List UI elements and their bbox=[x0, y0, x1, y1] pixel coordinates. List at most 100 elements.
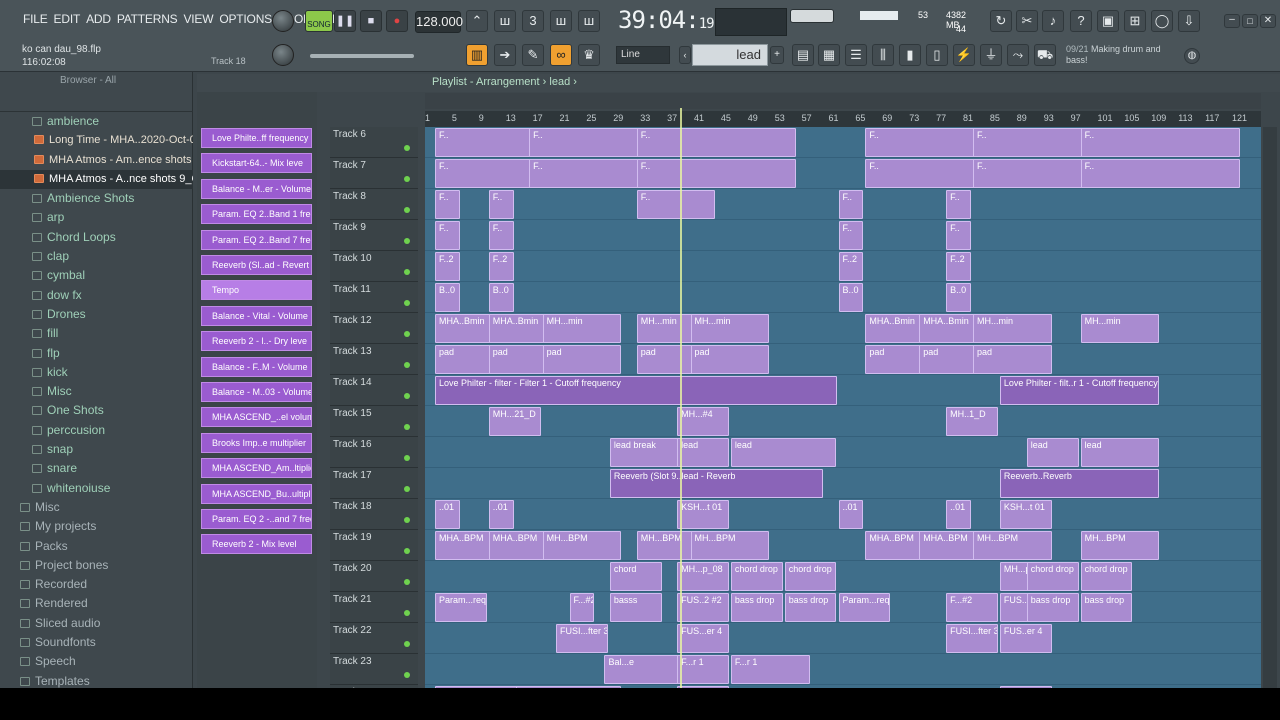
track-header[interactable]: Track 6 bbox=[330, 127, 418, 158]
track-lane[interactable]: Reeverb (Slot 9..lead - Reverb Reeverb..R… bbox=[425, 468, 1261, 499]
browser-item[interactable]: Soundfonts bbox=[0, 633, 193, 652]
arrangement-clip[interactable]: F.. bbox=[838, 221, 864, 250]
browser-item[interactable]: Recorded bbox=[0, 575, 193, 594]
arrangement-clip[interactable]: MH...BPM bbox=[690, 531, 770, 560]
track-lane[interactable]: lead break lead lead lead lead bbox=[425, 437, 1261, 468]
menu-view[interactable]: VIEW bbox=[180, 12, 216, 26]
track-enable-led[interactable] bbox=[404, 300, 410, 306]
clip-source-button[interactable]: Kickstart-64..- Mix leve bbox=[201, 153, 312, 174]
track-lane[interactable]: F.. F.. F.. F.. F.. F.. bbox=[425, 158, 1261, 189]
clip-source-button[interactable]: Balance - M..03 - Volume bbox=[201, 382, 312, 402]
track-header[interactable]: Track 16 bbox=[330, 437, 418, 468]
clip-source-button[interactable]: Param. EQ 2..Band 7 freq bbox=[201, 229, 312, 250]
track-lane[interactable]: pad pad pad pad pad pad pad pad bbox=[425, 344, 1261, 375]
pencil-icon[interactable]: ✎ bbox=[522, 44, 544, 66]
clip-source-button[interactable]: MHA ASCEND_Bu..ultiplie bbox=[201, 483, 312, 504]
arrangement-clip[interactable]: MH...min bbox=[542, 314, 622, 343]
browser-item[interactable]: arp bbox=[0, 208, 193, 227]
prev-pattern-icon[interactable]: ‹ bbox=[679, 46, 691, 64]
arrangement-clip[interactable]: Love Philter - filter - Filter 1 - Cutof… bbox=[435, 376, 837, 405]
browser-item[interactable]: cymbal bbox=[0, 266, 193, 285]
arrangement-clip[interactable]: MH...BPM bbox=[542, 531, 622, 560]
arrangement-clip[interactable]: F.. bbox=[636, 159, 797, 188]
arrangement-clip[interactable]: FUSI...fter 3 bbox=[946, 624, 998, 653]
arrangement-clip[interactable]: FUS..2 #2 bbox=[677, 593, 729, 622]
record-button[interactable]: ● bbox=[386, 10, 408, 32]
link-icon[interactable]: ∞ bbox=[550, 44, 572, 66]
track-enable-led[interactable] bbox=[404, 176, 410, 182]
playlist-icon[interactable]: ▤ bbox=[792, 44, 814, 66]
add-pattern-icon[interactable]: + bbox=[770, 46, 784, 64]
browser-item[interactable]: Drones bbox=[0, 305, 193, 324]
track-enable-led[interactable] bbox=[404, 486, 410, 492]
browser-icon[interactable]: ▯ bbox=[926, 44, 948, 66]
browser-item[interactable]: Misc bbox=[0, 382, 193, 401]
track-header[interactable]: Track 7 bbox=[330, 158, 418, 189]
track-header[interactable]: Track 21 bbox=[330, 592, 418, 623]
menu-patterns[interactable]: PATTERNS bbox=[114, 12, 181, 26]
browser-item[interactable]: Packs bbox=[0, 537, 193, 556]
close-icon[interactable]: ✕ bbox=[1260, 14, 1276, 28]
arrangement-clip[interactable]: chord drop bbox=[1080, 562, 1133, 591]
arrangement-clip[interactable]: Param...req bbox=[435, 593, 487, 622]
browser-item[interactable]: Project bones bbox=[0, 556, 193, 575]
arrangement-clip[interactable]: F...#2 bbox=[569, 593, 595, 622]
arrangement-clip[interactable]: KSH...t 01 bbox=[677, 500, 729, 529]
arrangement-clip[interactable]: F.. bbox=[946, 190, 971, 219]
globe-icon[interactable]: ◍ bbox=[1184, 48, 1200, 64]
track-header[interactable]: Track 10 bbox=[330, 251, 418, 282]
browser-item[interactable]: ambience bbox=[0, 112, 193, 131]
arrangement-clip[interactable]: F..2 bbox=[435, 252, 460, 281]
plug-icon[interactable]: ⏚ bbox=[980, 44, 1002, 66]
track-lane[interactable]: B..0 B..0 B..0 B..0 bbox=[425, 282, 1261, 313]
track-enable-led[interactable] bbox=[404, 238, 410, 244]
browser-item[interactable]: Chord Loops bbox=[0, 228, 193, 247]
playlist-view-icon[interactable]: ▥ bbox=[466, 44, 488, 66]
arrangement-clip[interactable]: F.. bbox=[1080, 159, 1240, 188]
arrangement-clip[interactable]: FUSI...fter 3 bbox=[556, 624, 608, 653]
track-header[interactable]: Track 8 bbox=[330, 189, 418, 220]
maximize-icon[interactable]: □ bbox=[1242, 14, 1258, 28]
clip-source-button[interactable]: Reeverb 2 - Mix level bbox=[201, 534, 312, 555]
arrangement-clip[interactable]: Param...req bbox=[838, 593, 891, 622]
arrangement-clip[interactable]: MH...#4 bbox=[677, 407, 729, 436]
master-volume-knob[interactable] bbox=[272, 10, 294, 32]
arrangement-clip[interactable]: pad bbox=[690, 345, 770, 374]
track-lane[interactable]: F..2 F..2 F..2 F..2 bbox=[425, 251, 1261, 282]
arrangement-clip[interactable]: F...#2 bbox=[946, 593, 998, 622]
browser-item[interactable]: Templates bbox=[0, 672, 193, 688]
arrangement-clip[interactable]: MH...21_D bbox=[488, 407, 541, 436]
chat-icon[interactable]: ◯ bbox=[1151, 10, 1173, 32]
loop-record-icon[interactable]: ш bbox=[578, 10, 600, 32]
arrangement-clip[interactable]: F..2 bbox=[946, 252, 971, 281]
pattern-select[interactable]: lead bbox=[692, 44, 768, 66]
track-lane[interactable]: ..01 ..01 KSH...t 01 ..01 ..01 KSH...t 01 bbox=[425, 499, 1261, 530]
browser-item[interactable]: whitenoiuse bbox=[0, 479, 193, 498]
browser-item[interactable]: fill bbox=[0, 324, 193, 343]
arrangement-clip[interactable]: F.. bbox=[435, 221, 460, 250]
tempo-display[interactable]: 128.000 bbox=[415, 11, 463, 33]
arrangement-clip[interactable]: F.. bbox=[946, 221, 971, 250]
clip-source-button[interactable]: Tempo bbox=[201, 280, 312, 301]
track-lane[interactable]: MH...21_D MH...#4 MH..1_D bbox=[425, 406, 1261, 437]
clip-source-button[interactable]: Balance - M..er - Volume bbox=[201, 178, 312, 199]
browser-item[interactable]: MHA Atmos - A..nce shots 9_G# bbox=[0, 169, 193, 190]
track-header[interactable]: Track 22 bbox=[330, 623, 418, 654]
track-enable-led[interactable] bbox=[404, 145, 410, 151]
metronome-icon[interactable]: ⌃ bbox=[466, 10, 488, 32]
track-lane[interactable]: F.. F.. F.. F.. bbox=[425, 220, 1261, 251]
track-lane[interactable]: Bal...e F...r 1 F...r 1 bbox=[425, 654, 1261, 685]
browser-item[interactable]: Long Time - MHA..2020-Oct-07_2 bbox=[0, 131, 193, 150]
browser-item[interactable]: Rendered bbox=[0, 594, 193, 613]
piano-roll-icon[interactable]: ▦ bbox=[818, 44, 840, 66]
arrangement-clip[interactable]: Reeverb (Slot 9..lead - Reverb bbox=[609, 469, 824, 498]
clip-source-button[interactable]: Balance - Vital - Volume bbox=[201, 305, 312, 326]
channel-icon[interactable]: ▮ bbox=[899, 44, 921, 66]
save-icon[interactable]: ▣ bbox=[1097, 10, 1119, 32]
browser-item[interactable]: Misc bbox=[0, 498, 193, 517]
browser-item[interactable]: Speech bbox=[0, 652, 193, 671]
arrangement-clip[interactable]: B..0 bbox=[435, 283, 460, 312]
browser-item[interactable]: perccusion bbox=[0, 421, 193, 440]
track-enable-led[interactable] bbox=[404, 393, 410, 399]
snap-select[interactable]: Line bbox=[616, 46, 670, 64]
